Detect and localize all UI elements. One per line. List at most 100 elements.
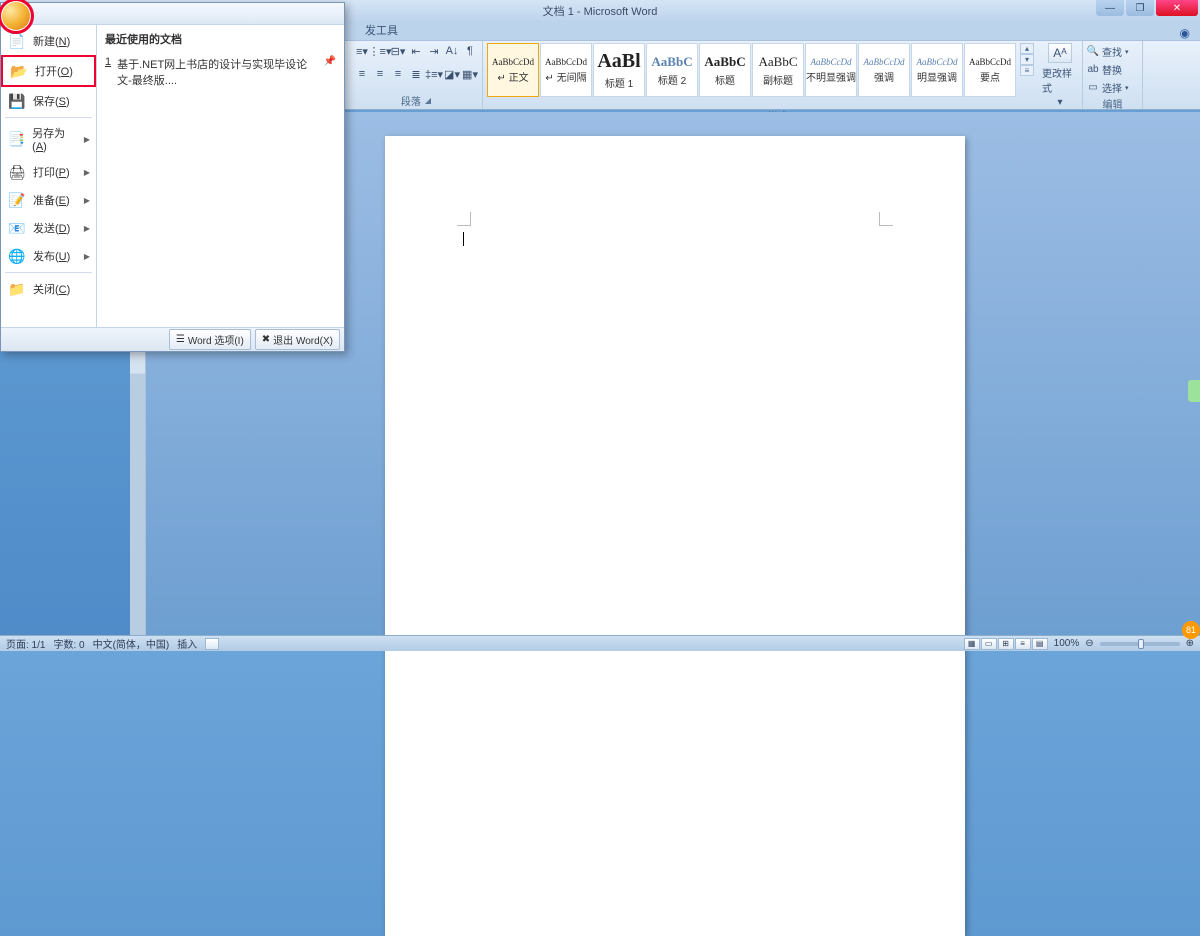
align-right-icon[interactable]: ≡ [390,66,406,82]
style-item-9[interactable]: AaBbCcDd要点 [964,43,1016,97]
word-options-button[interactable]: ☰Word 选项(I) [169,329,251,350]
style-scroll-down[interactable]: ▾ [1020,54,1034,65]
margin-corner-tl [457,212,471,226]
office-menu: 📄新建(N)📂打开(O)💾保存(S)📑另存为(A)▶🖨打印(P)▶📝准备(E)▶… [0,2,345,352]
style-name: 副标题 [763,72,793,87]
view-web-layout[interactable]: ⊞ [998,638,1014,650]
status-page[interactable]: 页面: 1/1 [6,636,45,651]
align-center-icon[interactable]: ≡ [372,66,388,82]
style-item-7[interactable]: AaBbCcDd强调 [858,43,910,97]
status-words[interactable]: 字数: 0 [53,636,84,651]
office-menu-item-4[interactable]: 🖨打印(P)▶ [1,158,96,186]
office-menu-item-6[interactable]: 📧发送(D)▶ [1,214,96,242]
zoom-level[interactable]: 100% [1054,638,1080,649]
notification-badge[interactable]: 81 [1182,621,1200,639]
menu-item-icon: 💾 [7,92,27,110]
window-title: 文档 1 - Microsoft Word [543,3,658,19]
office-menu-item-1[interactable]: 📂打开(O) [1,55,96,87]
style-item-1[interactable]: AaBbCcDd↵ 无间隔 [540,43,592,97]
office-menu-item-5[interactable]: 📝准备(E)▶ [1,186,96,214]
replace-icon: ab [1087,64,1099,76]
style-scroll-up[interactable]: ▴ [1020,43,1034,54]
show-marks-icon[interactable]: ¶ [462,43,478,59]
text-cursor [463,232,464,246]
maximize-button[interactable]: ❐ [1126,0,1154,16]
submenu-arrow-icon: ▶ [84,168,90,177]
select-button[interactable]: ▭选择▾ [1087,79,1129,96]
tab-devtools[interactable]: 发工具 [355,20,408,40]
menu-item-icon: 📧 [7,219,27,237]
style-preview: AaBbCcDd [917,57,958,67]
change-styles-button[interactable]: Aᴬ 更改样式 ▾ [1042,43,1078,108]
zoom-slider[interactable] [1100,642,1180,646]
status-language[interactable]: 中文(简体，中国) [93,636,170,651]
replace-button[interactable]: ab替换 [1087,61,1122,78]
menu-item-icon: 📑 [7,130,26,148]
menu-item-label: 另存为(A) [32,125,78,153]
view-full-reading[interactable]: ▭ [981,638,997,650]
document-page[interactable] [385,136,965,936]
select-icon: ▭ [1087,82,1099,94]
office-menu-item-3[interactable]: 📑另存为(A)▶ [1,120,96,158]
style-preview: AaBbCcDd [492,57,534,67]
status-bar: 页面: 1/1 字数: 0 中文(简体，中国) 插入 ▦ ▭ ⊞ ≡ ▤ 100… [0,635,1200,651]
menu-item-label: 保存(S) [33,93,70,109]
zoom-out-button[interactable]: ⊖ [1085,638,1093,649]
numbering-icon[interactable]: ⋮≡▾ [372,43,388,59]
style-item-4[interactable]: AaBbC标题 [699,43,751,97]
help-icon[interactable]: ◉ [1180,26,1190,40]
menu-item-label: 打印(P) [33,164,70,180]
borders-icon[interactable]: ▦▾ [462,66,478,82]
style-name: 强调 [874,69,894,84]
style-preview: AaBbC [704,54,745,70]
side-widget[interactable] [1188,380,1200,402]
style-expand[interactable]: ≡ [1020,65,1034,76]
style-item-8[interactable]: AaBbCcDd明显强调 [911,43,963,97]
paragraph-dialog-launcher[interactable]: ◢ [425,96,431,105]
line-spacing-icon[interactable]: ‡≡▾ [426,66,442,82]
submenu-arrow-icon: ▶ [84,196,90,205]
office-menu-item-8[interactable]: 📁 关闭(C) [1,275,96,303]
indent-inc-icon[interactable]: ⇥ [426,43,442,59]
style-item-3[interactable]: AaBbC标题 2 [646,43,698,97]
zoom-in-button[interactable]: ⊕ [1186,638,1194,649]
status-macro-icon[interactable] [205,638,219,650]
paragraph-group: ≡▾ ⋮≡▾ ⊟▾ ⇤ ⇥ A↓ ¶ ≡ ≡ ≡ ≣ ‡≡▾ ◪▾ ▦▾ 段落◢ [350,41,483,109]
sort-icon[interactable]: A↓ [444,43,460,59]
view-draft[interactable]: ▤ [1032,638,1048,650]
menu-item-label: 发布(U) [33,248,70,264]
style-name: 不明显强调 [806,69,856,84]
style-gallery: AaBbCcDd↵ 正文AaBbCcDd↵ 无间隔AaBl标题 1AaBbC标题… [487,43,1016,97]
style-item-6[interactable]: AaBbCcDd不明显强调 [805,43,857,97]
change-styles-label: 更改样式 [1042,65,1078,95]
submenu-arrow-icon: ▶ [84,252,90,261]
pin-icon[interactable]: 📌 [324,56,336,88]
menu-item-icon: 📁 [7,280,27,298]
status-insert-mode[interactable]: 插入 [177,636,197,651]
office-menu-footer: ☰Word 选项(I) ✖退出 Word(X) [1,327,344,351]
find-button[interactable]: 🔍查找▾ [1087,43,1129,60]
recent-name: 基于.NET网上书店的设计与实现毕设论文-最终版.... [117,56,317,88]
margin-corner-tr [879,212,893,226]
editing-group-label: 编辑 [1103,96,1123,111]
align-justify-icon[interactable]: ≣ [408,66,424,82]
align-left-icon[interactable]: ≡ [354,66,370,82]
menu-item-label: 关闭(C) [33,281,70,297]
office-menu-item-2[interactable]: 💾 保存(S) [1,87,96,115]
office-menu-item-7[interactable]: 🌐发布(U)▶ [1,242,96,270]
exit-word-button[interactable]: ✖退出 Word(X) [255,329,340,350]
style-item-2[interactable]: AaBl标题 1 [593,43,645,97]
office-menu-left: 📄新建(N)📂打开(O)💾保存(S)📑另存为(A)▶🖨打印(P)▶📝准备(E)▶… [1,25,97,327]
close-button[interactable]: ✕ [1156,0,1198,16]
minimize-button[interactable]: — [1096,0,1124,16]
multilevel-icon[interactable]: ⊟▾ [390,43,406,59]
shading-icon[interactable]: ◪▾ [444,66,460,82]
recent-docs-head: 最近使用的文档 [105,31,336,47]
recent-doc-0[interactable]: 1基于.NET网上书店的设计与实现毕设论文-最终版....📌 [105,53,336,91]
change-styles-icon: Aᴬ [1048,43,1072,63]
style-item-0[interactable]: AaBbCcDd↵ 正文 [487,43,539,97]
indent-dec-icon[interactable]: ⇤ [408,43,424,59]
style-item-5[interactable]: AaBbC副标题 [752,43,804,97]
view-print-layout[interactable]: ▦ [964,638,980,650]
view-outline[interactable]: ≡ [1015,638,1031,650]
